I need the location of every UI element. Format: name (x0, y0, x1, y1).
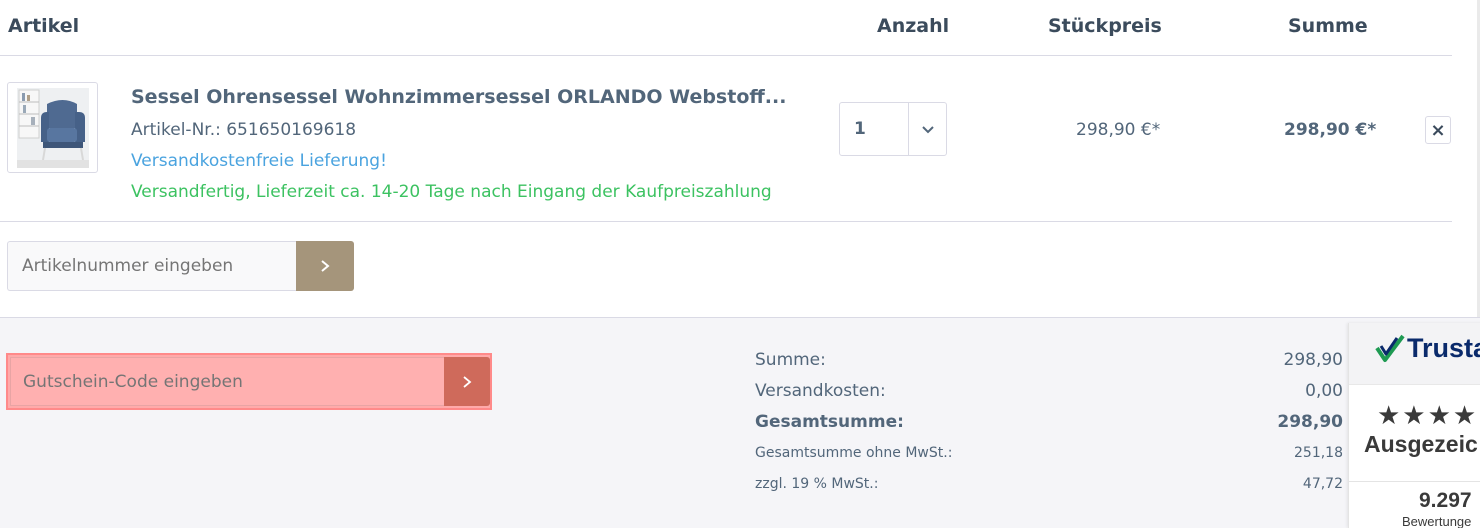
delivery-time-notice: Versandfertig, Lieferzeit ca. 14-20 Tage… (131, 182, 772, 202)
trust-badge-header: Trusta (1349, 323, 1480, 385)
remove-item-button[interactable]: × (1425, 116, 1451, 144)
grand-total-label: Gesamtsumme: (755, 412, 904, 432)
net-total-label: Gesamtsumme ohne MwSt.: (755, 445, 953, 461)
chevron-right-icon (463, 375, 472, 388)
add-article-form (0, 222, 1452, 317)
cart-item-row: Sessel Ohrensessel Wohnzimmersessel ORLA… (0, 56, 1452, 222)
subtotal-value: 298,90 (1283, 350, 1343, 370)
add-article-button[interactable] (296, 241, 354, 291)
close-icon: × (1430, 119, 1446, 141)
trust-badge-widget[interactable]: Trusta ★★★★ Ausgezeic 9.297 Bewertunge (1348, 323, 1480, 528)
product-title-link[interactable]: Sessel Ohrensessel Wohnzimmersessel ORLA… (131, 86, 786, 108)
column-header-total: Summe (1288, 15, 1368, 37)
chevron-down-icon (922, 126, 934, 134)
article-number-input[interactable] (7, 241, 297, 291)
article-number: Artikel-Nr.: 651650169618 (131, 120, 357, 140)
column-header-article: Artikel (8, 15, 80, 37)
rating-stars: ★★★★ (1377, 401, 1479, 431)
coupon-code-input[interactable] (10, 357, 444, 406)
chevron-right-icon (321, 260, 330, 272)
shipping-cost-label: Versandkosten: (755, 381, 886, 401)
column-header-quantity: Anzahl (877, 15, 950, 37)
cart-table-header: Artikel Anzahl Stückpreis Summe (0, 0, 1452, 56)
subtotal-label: Summe: (755, 350, 826, 370)
armchair-thumbnail (16, 87, 89, 168)
quantity-select-divider (908, 103, 909, 155)
vat-value: 47,72 (1302, 476, 1343, 492)
grand-total-value: 298,90 (1277, 412, 1343, 432)
free-shipping-notice: Versandkostenfreie Lieferung! (131, 151, 387, 171)
reviews-label: Bewertunge (1402, 514, 1472, 528)
checkmark-logo-icon (1375, 334, 1405, 362)
trust-logo: Trusta (1375, 333, 1480, 364)
trust-logo-text: Trusta (1407, 333, 1480, 363)
quantity-value: 1 (854, 119, 866, 139)
column-header-unit-price: Stückpreis (1048, 15, 1162, 37)
trust-badge-divider (1349, 481, 1480, 482)
net-total-value: 251,18 (1294, 445, 1343, 461)
apply-coupon-button[interactable] (444, 357, 490, 406)
shipping-cost-value: 0,00 (1305, 381, 1343, 401)
cart-summary-section: Summe: 298,90 Versandkosten: 0,00 Gesamt… (0, 317, 1480, 528)
vat-label: zzgl. 19 % MwSt.: (755, 476, 879, 492)
quantity-select[interactable]: 1 (839, 102, 947, 156)
product-thumbnail[interactable] (7, 82, 98, 173)
line-total: 298,90 €* (1284, 120, 1377, 140)
review-count: 9.297 (1419, 489, 1472, 512)
rating-award-text: Ausgezeic (1364, 431, 1478, 457)
unit-price: 298,90 €* (1076, 120, 1161, 140)
coupon-form (6, 353, 492, 410)
